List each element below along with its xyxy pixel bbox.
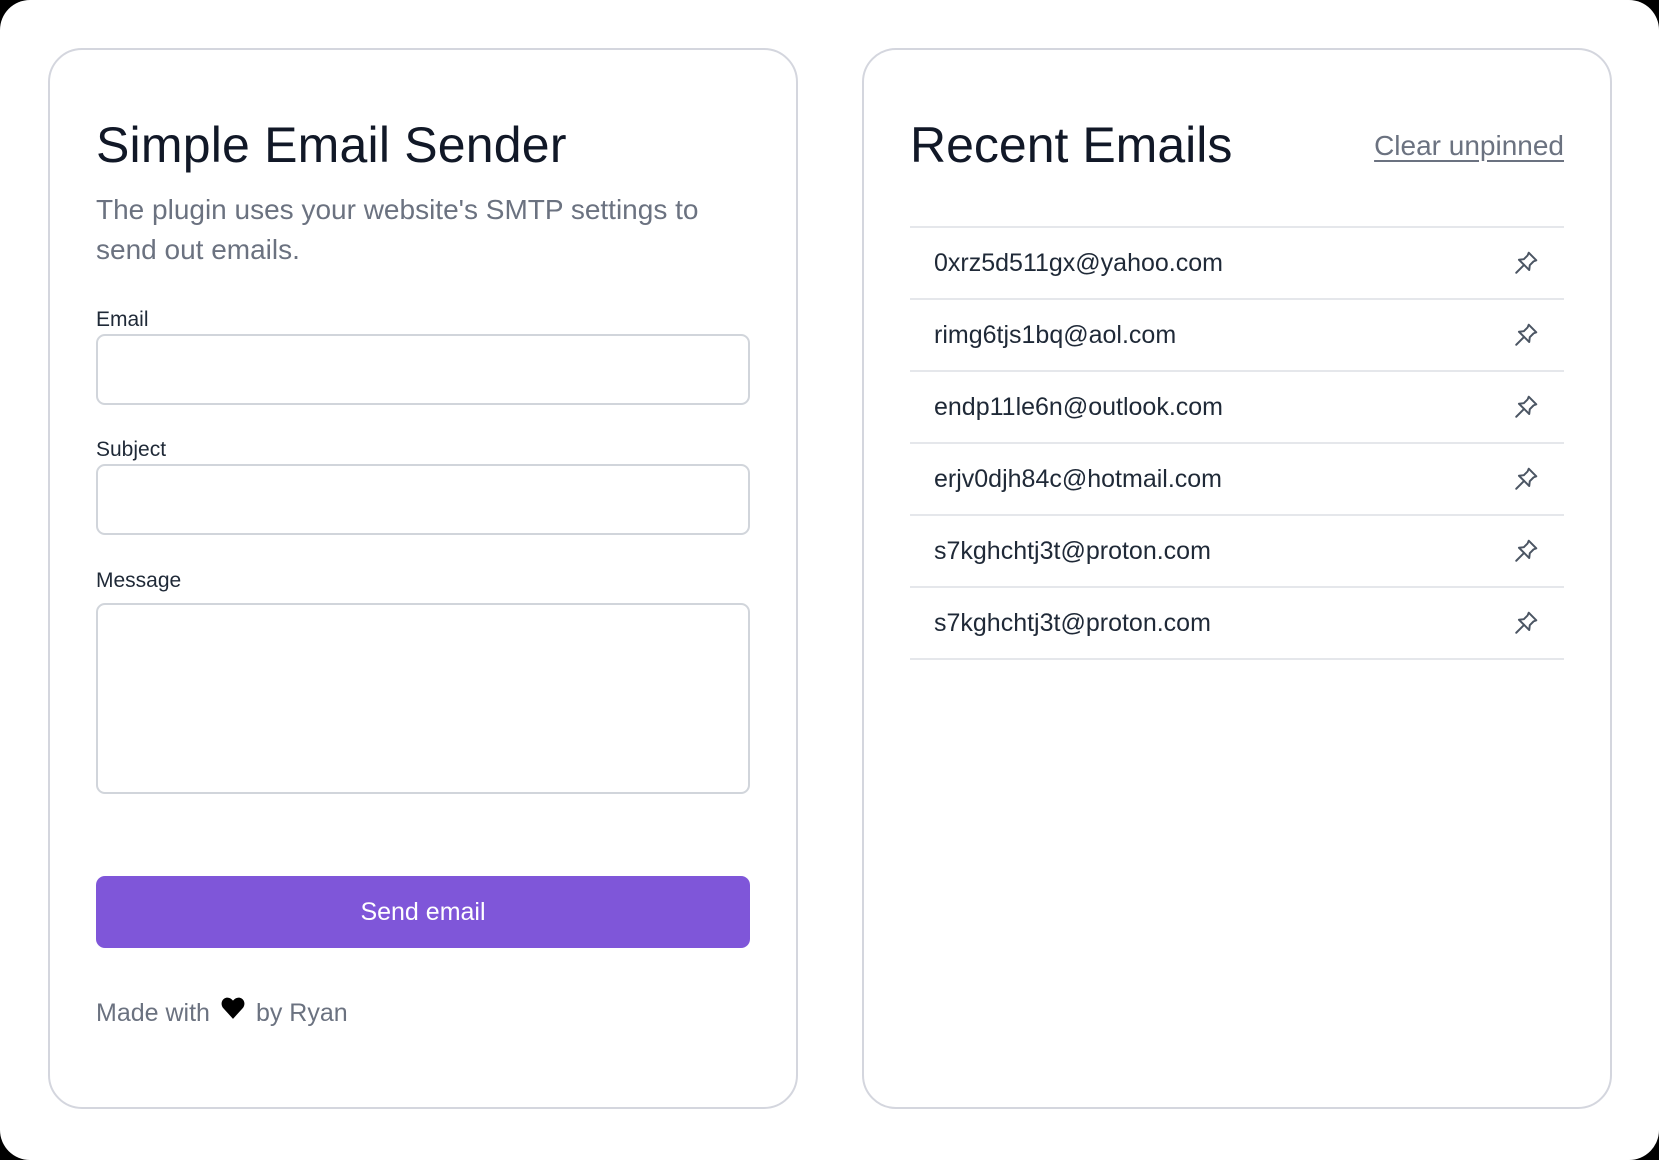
list-item[interactable]: endp11le6n@outlook.com <box>910 372 1564 444</box>
recent-email-list: 0xrz5d511gx@yahoo.com rimg6tjs1bq@aol.co… <box>910 226 1564 660</box>
footer-suffix: by Ryan <box>255 999 348 1027</box>
footer-prefix: Made with <box>96 999 210 1027</box>
footer-credit: Made with by Ryan <box>96 996 348 1031</box>
sender-title: Simple Email Sender <box>96 117 567 173</box>
message-field[interactable] <box>96 603 750 794</box>
subject-label: Subject <box>96 438 167 461</box>
pin-icon[interactable] <box>1512 321 1540 349</box>
pin-icon[interactable] <box>1512 465 1540 493</box>
heart-icon <box>220 994 246 1029</box>
pin-icon[interactable] <box>1512 537 1540 565</box>
email-label: Email <box>96 308 149 331</box>
message-label: Message <box>96 569 182 592</box>
email-address: s7kghchtj3t@proton.com <box>934 608 1211 637</box>
list-item[interactable]: rimg6tjs1bq@aol.com <box>910 300 1564 372</box>
sender-subtitle: The plugin uses your website's SMTP sett… <box>96 194 699 265</box>
pin-icon[interactable] <box>1512 393 1540 421</box>
list-item[interactable]: s7kghchtj3t@proton.com <box>910 516 1564 588</box>
email-address: erjv0djh84c@hotmail.com <box>934 464 1223 493</box>
list-item[interactable]: s7kghchtj3t@proton.com <box>910 588 1564 660</box>
email-address: endp11le6n@outlook.com <box>934 392 1224 421</box>
send-email-button[interactable]: Send email <box>96 876 750 948</box>
pin-icon[interactable] <box>1512 609 1540 637</box>
email-field[interactable] <box>96 334 750 405</box>
list-item[interactable]: erjv0djh84c@hotmail.com <box>910 444 1564 516</box>
email-sender-panel: Simple Email Sender The plugin uses your… <box>48 48 798 1109</box>
recent-emails-title: Recent Emails <box>910 117 1233 173</box>
pin-icon[interactable] <box>1512 249 1540 277</box>
recent-emails-panel: Recent Emails Clear unpinned 0xrz5d511gx… <box>862 48 1612 1109</box>
list-item[interactable]: 0xrz5d511gx@yahoo.com <box>910 228 1564 300</box>
email-address: 0xrz5d511gx@yahoo.com <box>934 248 1223 277</box>
email-address: rimg6tjs1bq@aol.com <box>934 320 1177 349</box>
clear-unpinned-link[interactable]: Clear unpinned <box>1374 130 1564 162</box>
app-screen: Simple Email Sender The plugin uses your… <box>0 0 1659 1160</box>
subject-field[interactable] <box>96 464 750 535</box>
email-address: s7kghchtj3t@proton.com <box>934 536 1211 565</box>
